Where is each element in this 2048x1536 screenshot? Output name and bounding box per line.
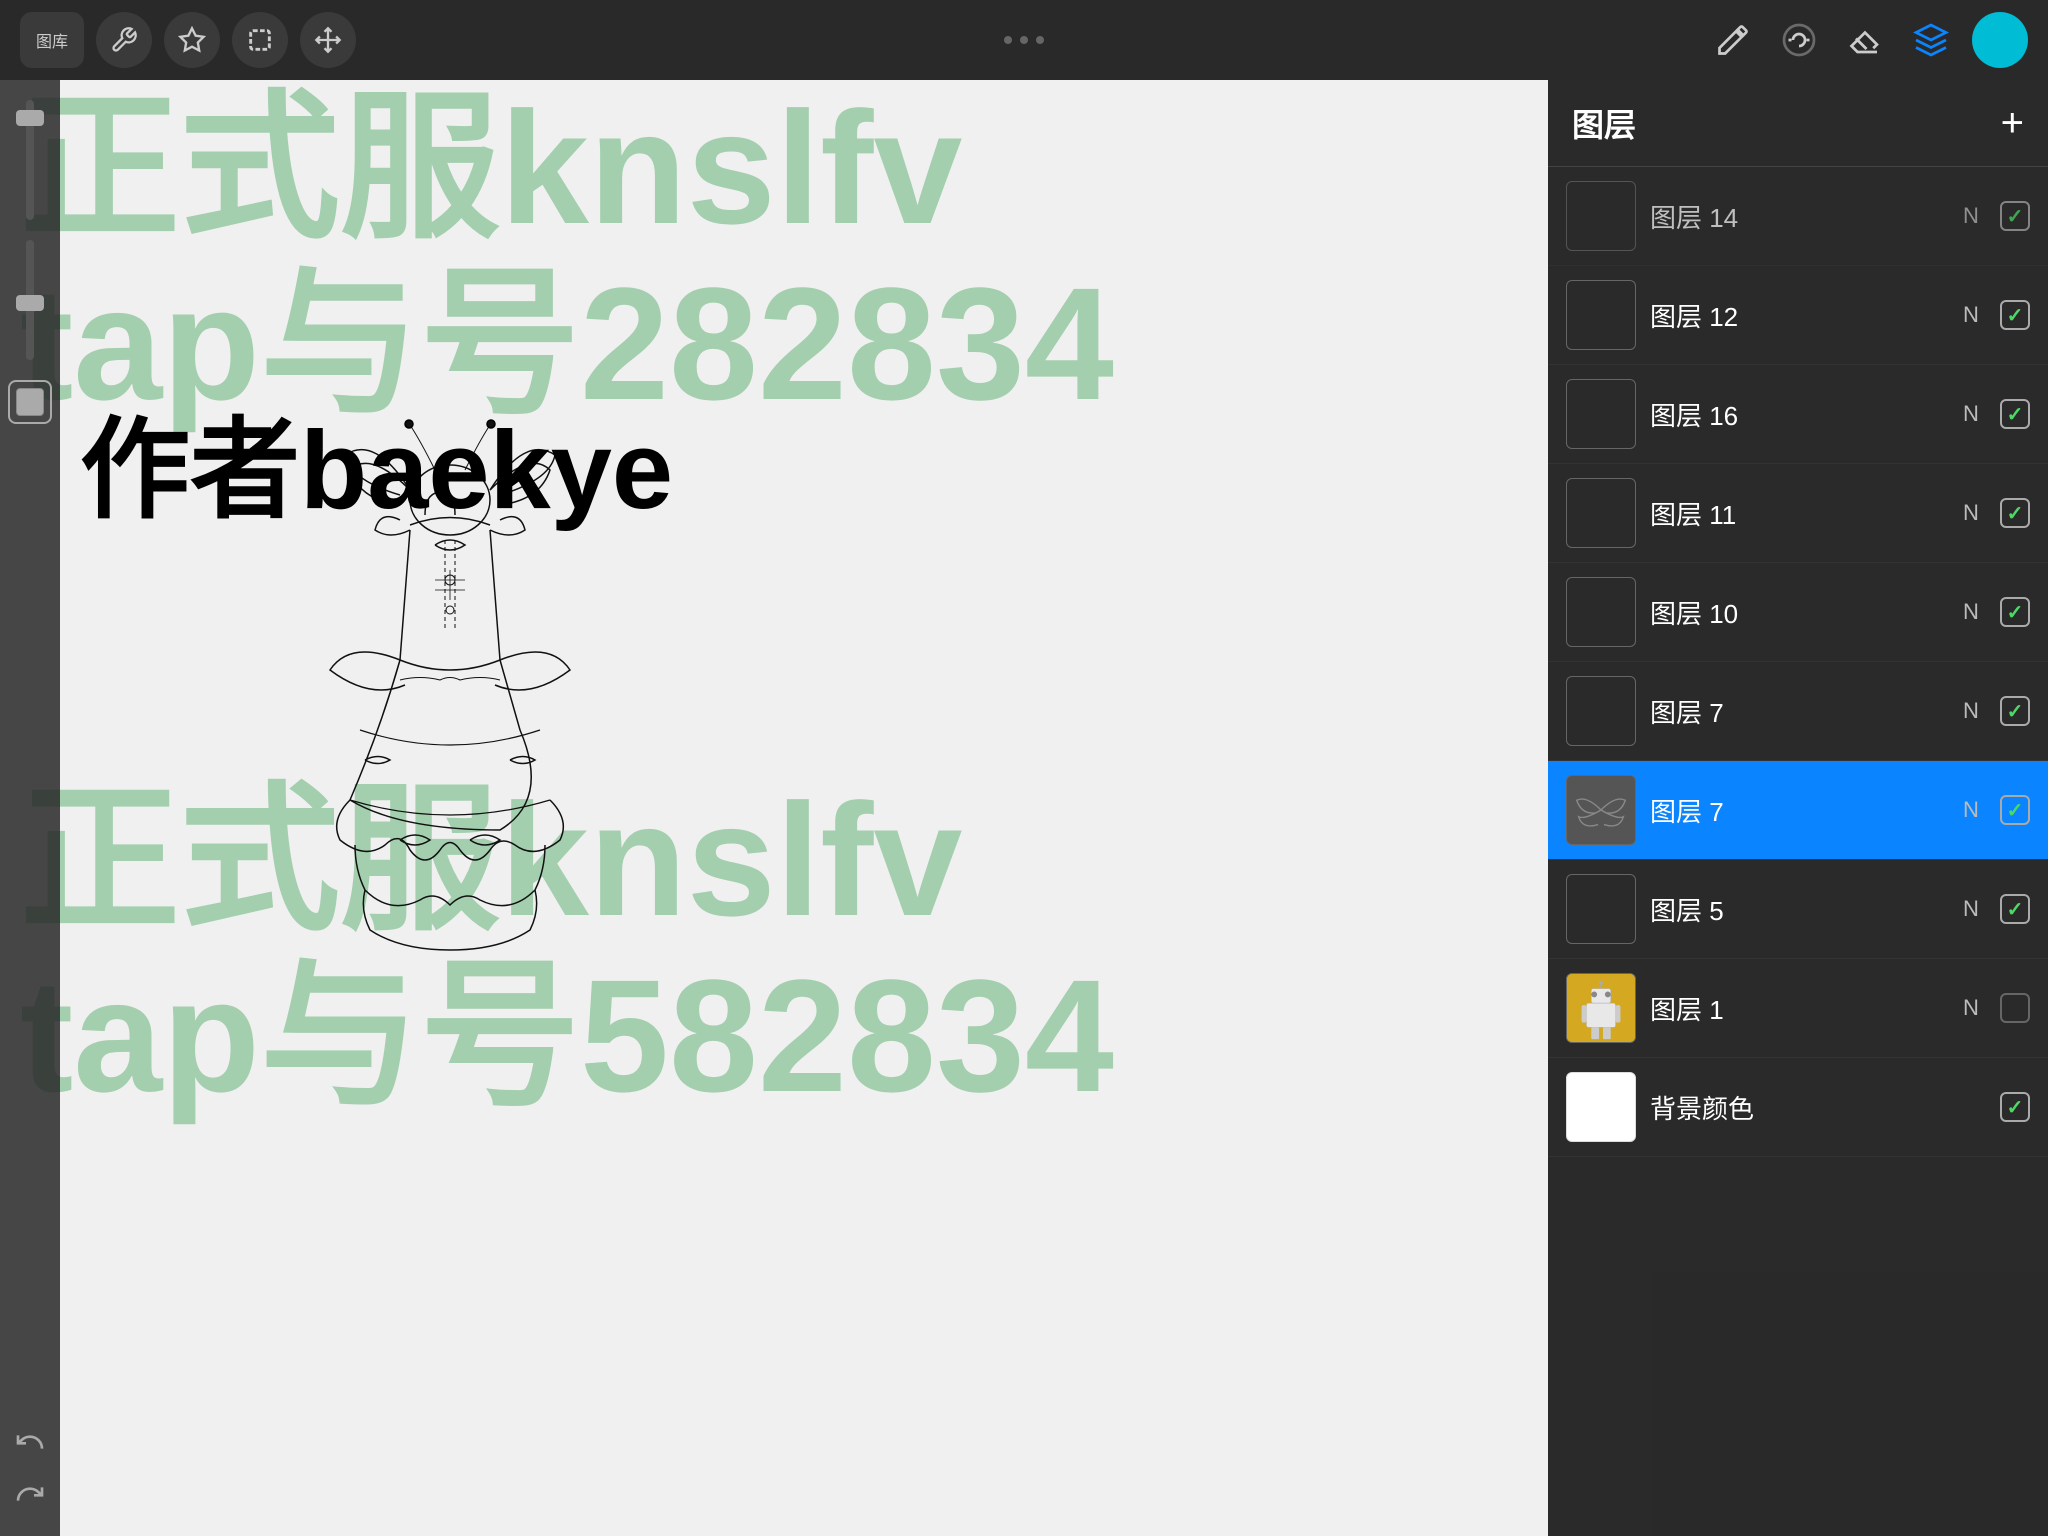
layer-visible-7b[interactable] <box>2000 795 2030 825</box>
layer-visible-14[interactable] <box>2000 201 2030 231</box>
layer-thumbnail-16 <box>1566 379 1636 449</box>
user-avatar[interactable] <box>1972 12 2028 68</box>
layer-thumbnail-11 <box>1566 478 1636 548</box>
layer-name-7b: 图层 7 <box>1650 792 1942 829</box>
layer-thumbnail-10 <box>1566 577 1636 647</box>
layer-item-1[interactable]: 图层 1 N <box>1548 959 2048 1058</box>
layer-visible-12[interactable] <box>2000 300 2030 330</box>
size-thumb[interactable] <box>16 295 44 311</box>
layer-name-7a: 图层 7 <box>1650 693 1942 730</box>
layer-mode-16: N <box>1956 401 1986 427</box>
layer-item-14[interactable]: 图层 14 N <box>1548 167 2048 266</box>
layer-item-16[interactable]: 图层 16 N <box>1548 365 2048 464</box>
layer-name-1: 图层 1 <box>1650 990 1942 1027</box>
layer-item-bg[interactable]: 背景颜色 <box>1548 1058 2048 1157</box>
layers-panel-title: 图层 <box>1572 100 1636 146</box>
undo-button[interactable] <box>8 1420 52 1464</box>
layer-thumbnail-1 <box>1566 973 1636 1043</box>
size-slider-container <box>0 240 60 360</box>
layer-mode-1: N <box>1956 995 1986 1021</box>
layer-thumbnail-7b <box>1566 775 1636 845</box>
layer-name-bg: 背景颜色 <box>1650 1089 1942 1126</box>
transform-button[interactable] <box>300 12 356 68</box>
layer-thumbnail-12 <box>1566 280 1636 350</box>
layers-list: 图层 14 N 图层 12 N 图层 16 N 图层 11 N <box>1548 167 2048 1536</box>
layer-mode-10: N <box>1956 599 1986 625</box>
magic-button[interactable] <box>164 12 220 68</box>
left-sidebar <box>0 80 60 1536</box>
artwork <box>60 80 840 1480</box>
add-layer-button[interactable]: + <box>2001 103 2024 143</box>
layer-visible-1[interactable] <box>2000 993 2030 1023</box>
layer-item-10[interactable]: 图层 10 N <box>1548 563 2048 662</box>
layer-name-10: 图层 10 <box>1650 594 1942 631</box>
layer-mode-7a: N <box>1956 698 1986 724</box>
dot-2 <box>1020 36 1028 44</box>
layer-name-16: 图层 16 <box>1650 396 1942 433</box>
layer-item-12[interactable]: 图层 12 N <box>1548 266 2048 365</box>
dot-1 <box>1004 36 1012 44</box>
smudge-tool[interactable] <box>1774 15 1824 65</box>
layer-item-7a[interactable]: 图层 7 N <box>1548 662 2048 761</box>
eraser-tool[interactable] <box>1840 15 1890 65</box>
toolbar-center <box>1004 36 1044 44</box>
layer-visible-11[interactable] <box>2000 498 2030 528</box>
layer-item-11[interactable]: 图层 11 N <box>1548 464 2048 563</box>
layer-item-7b[interactable]: 图层 7 N <box>1548 761 2048 860</box>
layer-name-5: 图层 5 <box>1650 891 1942 928</box>
layer-visible-7a[interactable] <box>2000 696 2030 726</box>
author-text: 作者baekye <box>80 380 673 540</box>
toolbar: 图库 <box>0 0 2048 80</box>
layer-visible-10[interactable] <box>2000 597 2030 627</box>
layer-thumbnail-14 <box>1566 181 1636 251</box>
layers-tool[interactable] <box>1906 15 1956 65</box>
brush-tool[interactable] <box>1708 15 1758 65</box>
toolbar-left: 图库 <box>20 12 356 68</box>
undo-redo-group <box>8 1420 52 1516</box>
layer-name-12: 图层 12 <box>1650 297 1942 334</box>
layer-mode-14: N <box>1956 203 1986 229</box>
opacity-slider-container <box>0 100 60 220</box>
layer-mode-5: N <box>1956 896 1986 922</box>
color-swatch[interactable] <box>8 380 52 424</box>
layer-thumbnail-5 <box>1566 874 1636 944</box>
wrench-button[interactable] <box>96 12 152 68</box>
layer-mode-12: N <box>1956 302 1986 328</box>
gallery-button[interactable]: 图库 <box>20 12 84 68</box>
layer-thumbnail-bg <box>1566 1072 1636 1142</box>
size-slider[interactable] <box>26 240 34 360</box>
layer-visible-bg[interactable] <box>2000 1092 2030 1122</box>
selection-button[interactable] <box>232 12 288 68</box>
layer-item-5[interactable]: 图层 5 N <box>1548 860 2048 959</box>
layer-thumbnail-7a <box>1566 676 1636 746</box>
layer-visible-16[interactable] <box>2000 399 2030 429</box>
dot-3 <box>1036 36 1044 44</box>
opacity-thumb[interactable] <box>16 110 44 126</box>
layer-name-14: 图层 14 <box>1650 198 1942 235</box>
layer-mode-11: N <box>1956 500 1986 526</box>
layer-mode-7b: N <box>1956 797 1986 823</box>
toolbar-right <box>1708 12 2028 68</box>
redo-button[interactable] <box>8 1472 52 1516</box>
layers-panel-header: 图层 + <box>1548 80 2048 167</box>
layer-visible-5[interactable] <box>2000 894 2030 924</box>
opacity-slider[interactable] <box>26 100 34 220</box>
layer-name-11: 图层 11 <box>1650 495 1942 532</box>
layers-panel: 图层 + 图层 14 N 图层 12 N 图层 16 N 图层 11 <box>1548 80 2048 1536</box>
